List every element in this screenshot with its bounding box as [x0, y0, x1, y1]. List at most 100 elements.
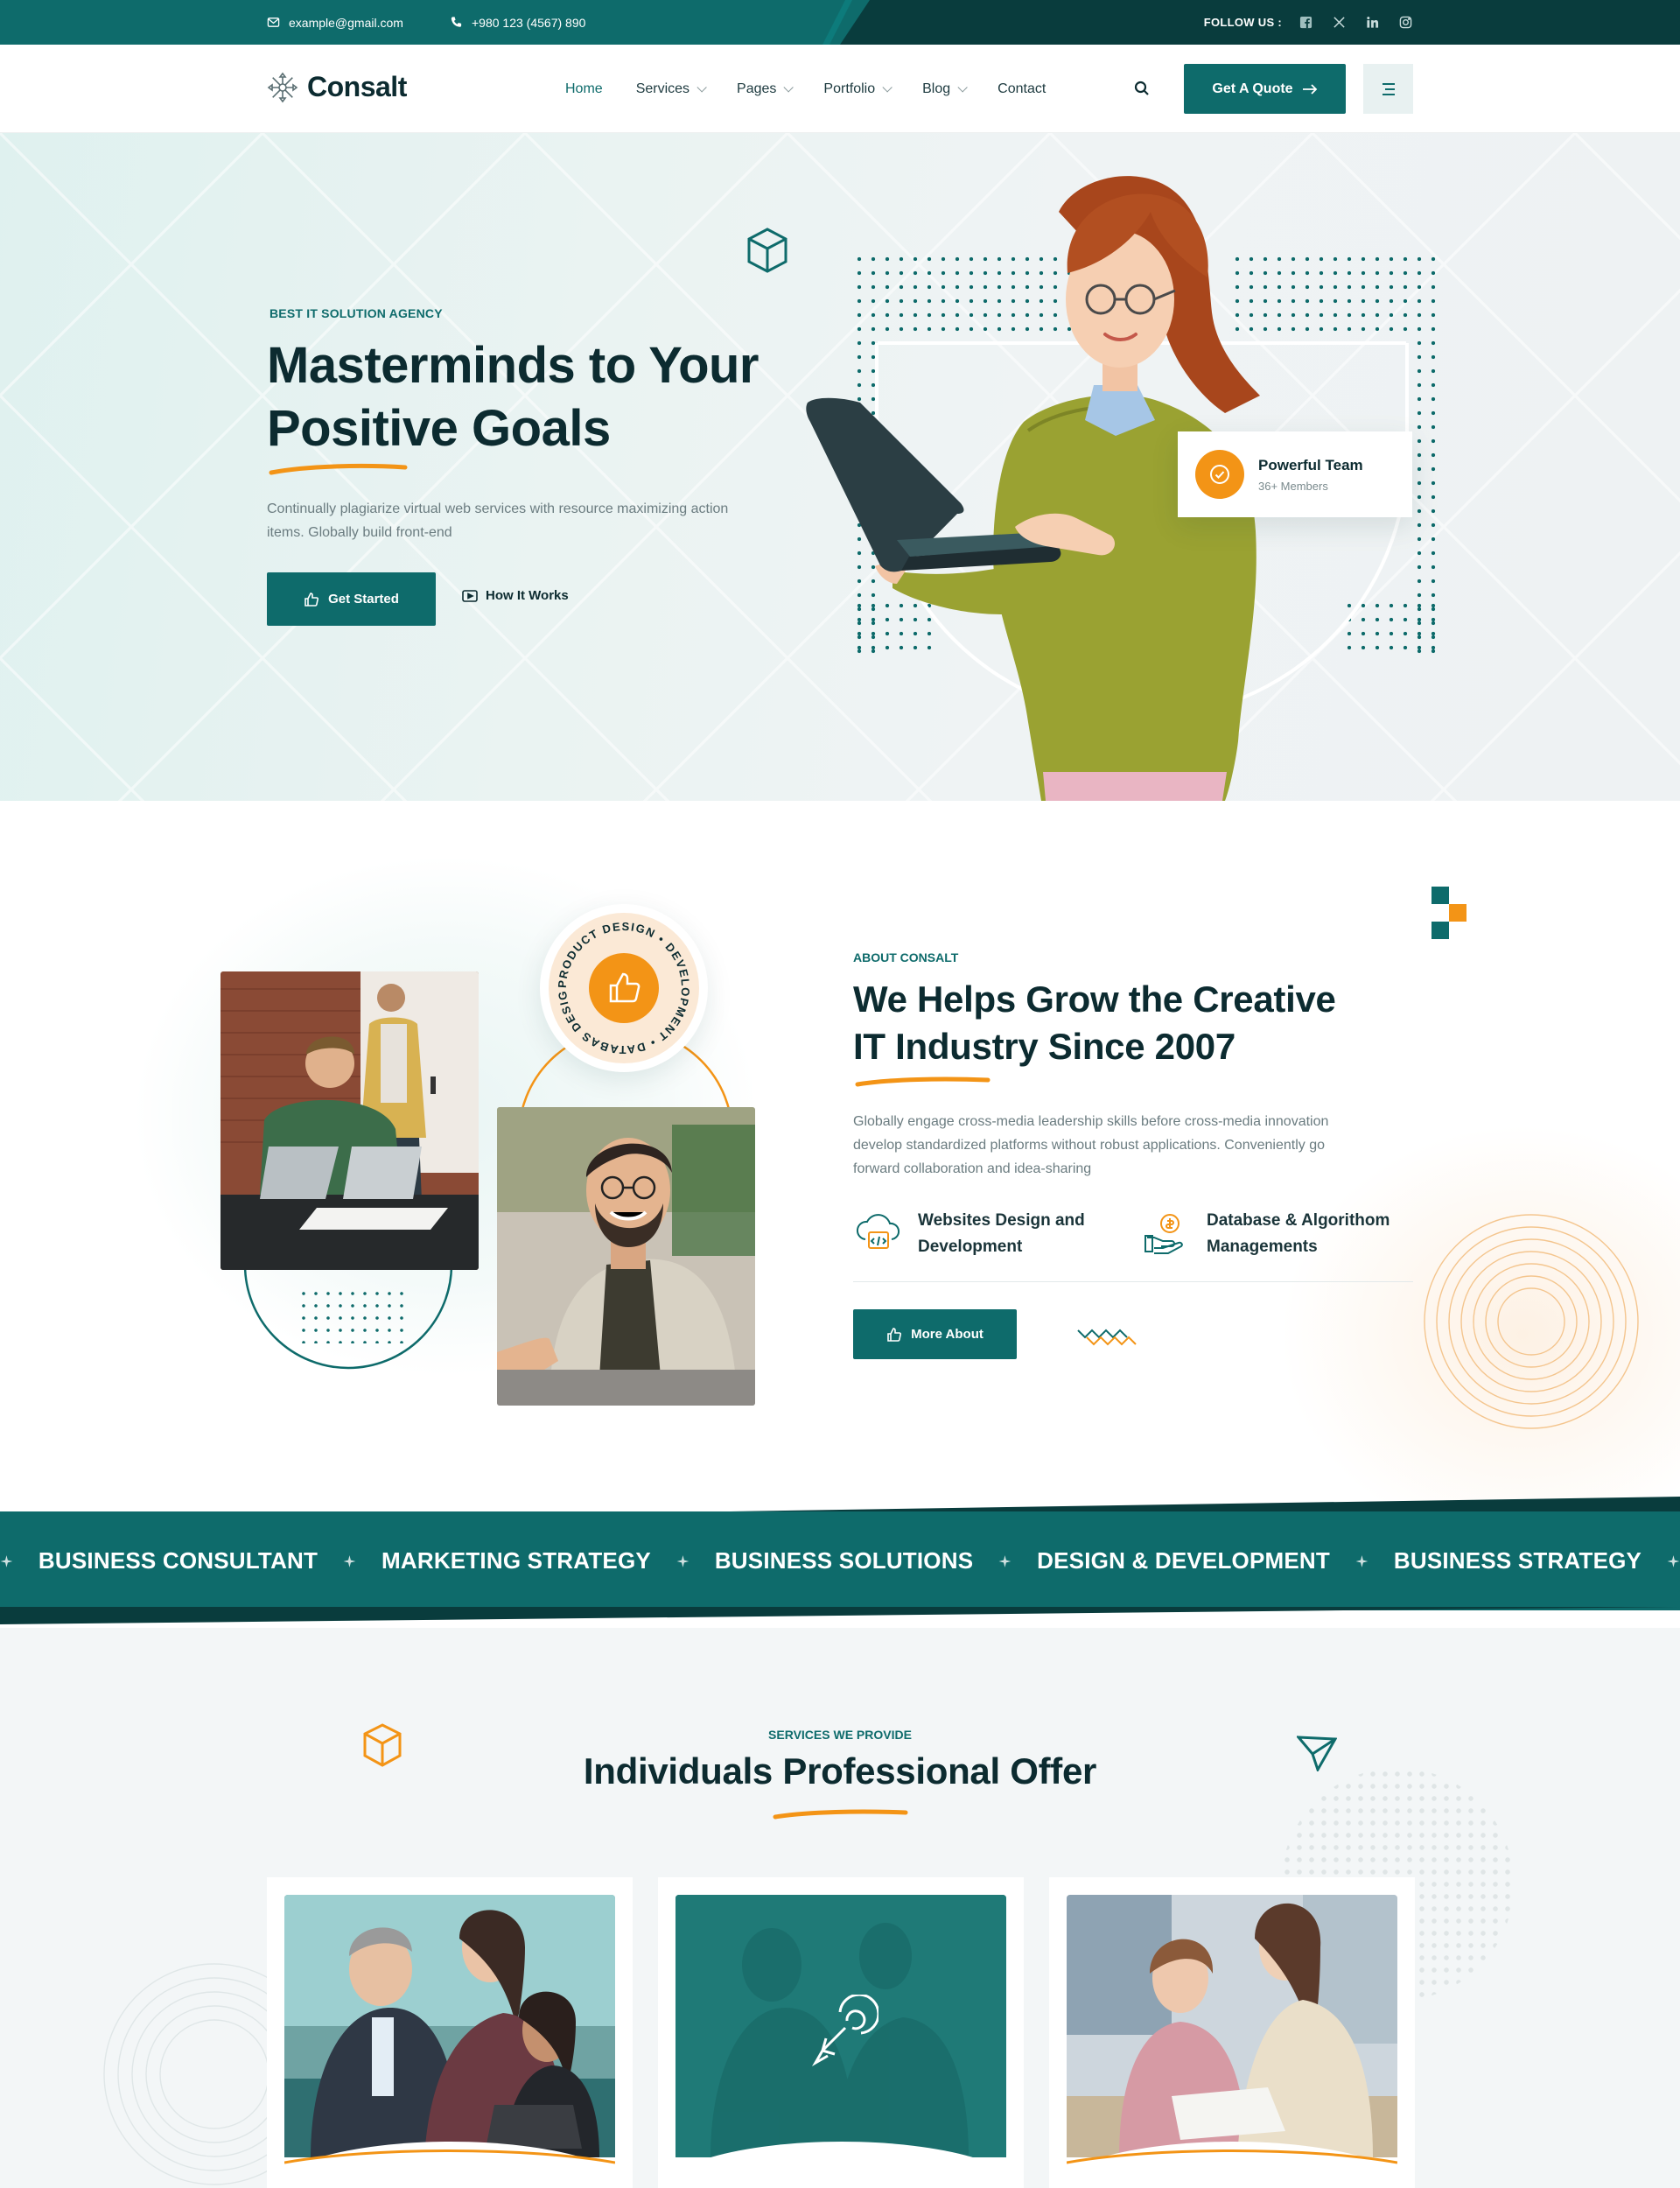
- cloud-code-icon: [857, 1214, 900, 1249]
- nav-portfolio-label: Portfolio: [823, 81, 876, 96]
- hamburger-menu-button[interactable]: [1363, 64, 1413, 114]
- hero-title: Masterminds to Your Positive Goals: [267, 334, 809, 460]
- nav-services-label: Services: [635, 81, 690, 96]
- get-a-quote-button[interactable]: Get A Quote: [1184, 64, 1346, 114]
- powerful-team-card: Powerful Team 36+ Members: [1178, 431, 1412, 517]
- logo-text: Consalt: [307, 71, 407, 102]
- smiling-man-photo: [497, 1107, 755, 1406]
- sparkle-icon: [343, 1554, 356, 1567]
- feature-web-design: Websites Design and Development: [853, 1208, 1085, 1260]
- business-meeting-photo: [284, 1895, 615, 2157]
- decor-square: [1432, 922, 1449, 939]
- services-subtitle: SERVICES WE PROVIDE: [768, 1728, 912, 1742]
- sparkle-icon: [0, 1554, 13, 1567]
- nav-blog-label: Blog: [922, 81, 951, 96]
- facebook-icon[interactable]: [1298, 16, 1312, 30]
- hero-title-line-2: Positive Goals: [267, 400, 611, 457]
- ticker-items: BUSINESS CONSULTANT MARKETING STRATEGY B…: [0, 1511, 1680, 1610]
- service-overlay-photo: [676, 1895, 1006, 2157]
- service-card-active[interactable]: [658, 1877, 1024, 2188]
- cube-icon: [747, 228, 788, 273]
- about-section: PRODUCT DESIGN • DEVELOPMENT • DATABAS D…: [0, 801, 1680, 1510]
- decor-square: [1449, 904, 1466, 922]
- get-a-quote-label: Get A Quote: [1212, 81, 1293, 96]
- nav-blog[interactable]: Blog: [922, 81, 968, 97]
- play-icon: [462, 589, 478, 602]
- service-card[interactable]: [267, 1877, 633, 2188]
- social-links: [1298, 0, 1412, 45]
- sparkle-icon: [998, 1554, 1012, 1567]
- sparkle-icon: [1667, 1554, 1680, 1567]
- feature-web-design-label: Websites Design and Development: [918, 1208, 1085, 1260]
- ticker-item: BUSINESS STRATEGY: [1393, 1547, 1642, 1574]
- feature-database-label: Database & Algorithom Managements: [1207, 1208, 1390, 1260]
- search-icon[interactable]: [1133, 80, 1151, 97]
- chevron-down-icon: [882, 81, 892, 93]
- about-divider: [853, 1281, 1413, 1282]
- phone-text: +980 123 (4567) 890: [472, 15, 586, 30]
- phone-contact[interactable]: +980 123 (4567) 890: [450, 0, 585, 45]
- main-nav: Home Services Pages Portfolio Blog Conta…: [565, 45, 1046, 133]
- thumbs-up-icon: [304, 592, 319, 607]
- get-started-button[interactable]: Get Started: [267, 572, 436, 626]
- thumbs-up-icon: [887, 1327, 902, 1342]
- nav-contact[interactable]: Contact: [998, 81, 1046, 97]
- hero-subtitle: BEST IT SOLUTION AGENCY: [270, 306, 443, 320]
- ticker-item: BUSINESS SOLUTIONS: [714, 1547, 974, 1574]
- concentric-circles-decor: [1424, 1214, 1639, 1429]
- email-contact[interactable]: example@gmail.com: [267, 0, 403, 45]
- about-subtitle: ABOUT CONSALT: [853, 950, 959, 964]
- nav-portfolio[interactable]: Portfolio: [823, 81, 892, 97]
- site-header: Consalt Home Services Pages Portfolio Bl…: [0, 45, 1680, 133]
- services-section: SERVICES WE PROVIDE Individuals Professi…: [0, 1628, 1680, 2188]
- about-description: Globally engage cross-media leadership s…: [853, 1114, 1329, 1176]
- nav-services[interactable]: Services: [635, 81, 707, 97]
- chevron-down-icon: [957, 81, 968, 93]
- instagram-icon[interactable]: [1398, 16, 1412, 30]
- more-about-button[interactable]: More About: [853, 1309, 1017, 1359]
- arrow-right-icon: [1302, 83, 1317, 95]
- consulting-team-photo: [1067, 1895, 1397, 2157]
- nav-pages[interactable]: Pages: [737, 81, 794, 97]
- team-card-title: Powerful Team: [1258, 456, 1363, 473]
- feature-database-line-1: Database & Algorithom: [1207, 1211, 1390, 1230]
- get-started-label: Get Started: [328, 592, 399, 607]
- hero-title-underline: [269, 463, 408, 475]
- about-title-line-2: IT Industry Since 2007: [853, 1026, 1236, 1067]
- ticker-item: DESIGN & DEVELOPMENT: [1037, 1547, 1330, 1574]
- ticker-item: MARKETING STRATEGY: [382, 1547, 651, 1574]
- hero-title-line-1: Masterminds to Your: [267, 337, 760, 394]
- site-logo[interactable]: Consalt: [267, 71, 407, 103]
- target-arrow-icon: [811, 1995, 878, 2067]
- card-accent-curve: [1067, 2149, 1397, 2164]
- services-title-underline: [773, 1809, 908, 1820]
- phone-icon: [451, 17, 462, 27]
- about-title-line-1: We Helps Grow the Creative: [853, 978, 1336, 1020]
- ticker-item: BUSINESS CONSULTANT: [38, 1547, 318, 1574]
- hero-description: Continually plagiarize virtual web servi…: [267, 501, 729, 540]
- dot-pattern: [298, 1287, 411, 1343]
- thumbs-up-badge-icon: [589, 953, 659, 1023]
- nav-home[interactable]: Home: [565, 81, 603, 97]
- feature-database: Database & Algorithom Managements: [1142, 1208, 1390, 1260]
- envelope-icon: [267, 18, 280, 27]
- linkedin-icon[interactable]: [1365, 16, 1379, 30]
- nav-home-label: Home: [565, 81, 603, 96]
- how-it-works-label: How It Works: [486, 588, 569, 603]
- email-text: example@gmail.com: [289, 15, 403, 30]
- services-title: Individuals Professional Offer: [583, 1750, 1097, 1792]
- team-card-subtitle: 36+ Members: [1258, 479, 1328, 493]
- card-accent-curve: [284, 2149, 615, 2164]
- sparkle-icon: [1355, 1554, 1368, 1567]
- nav-contact-label: Contact: [998, 81, 1046, 96]
- how-it-works-link[interactable]: How It Works: [462, 588, 569, 603]
- feature-database-line-2: Managements: [1207, 1238, 1318, 1256]
- team-meeting-photo: [220, 971, 479, 1270]
- top-bar: example@gmail.com +980 123 (4567) 890 FO…: [0, 0, 1680, 45]
- x-icon[interactable]: [1332, 16, 1346, 30]
- nav-pages-label: Pages: [737, 81, 777, 96]
- sparkle-icon: [676, 1554, 690, 1567]
- service-card[interactable]: [1049, 1877, 1415, 2188]
- more-about-label: More About: [911, 1327, 984, 1342]
- logo-icon: [267, 72, 298, 102]
